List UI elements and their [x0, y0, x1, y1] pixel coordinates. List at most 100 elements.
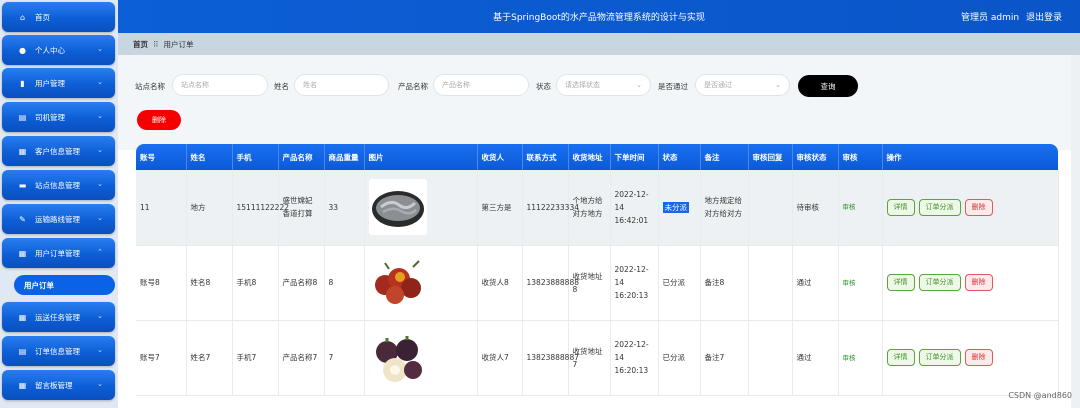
cell-status: 已分派 [658, 320, 701, 396]
grid-icon: ▦ [18, 248, 27, 258]
breadcrumb-home[interactable]: 首页 [133, 39, 148, 50]
watermark: CSDN @and860 [1008, 391, 1072, 400]
delete-button[interactable]: 删除 [964, 349, 993, 366]
cell-status: 未分派 [658, 170, 701, 246]
chevron-icon: ⌄ [97, 45, 103, 53]
approved-select[interactable]: 是否通过 ⌄ [695, 74, 790, 96]
cell-note: 备注8 [700, 245, 749, 321]
sidebar-subitem-user-orders[interactable]: 用户订单 [14, 275, 115, 295]
cell-address: 收货地址7 [568, 320, 611, 396]
column-header[interactable]: 备注 [700, 144, 749, 170]
sidebar-item[interactable]: ▤ 订单信息管理 ⌄ [2, 336, 115, 366]
sidebar-item[interactable]: ▦ 运送任务管理 ⌄ [2, 302, 115, 332]
dispatch-button[interactable]: 订单分派 [918, 274, 961, 291]
cell-phone: 15111122222 [232, 170, 289, 246]
cell-receiver: 第三方是 [477, 170, 523, 246]
sidebar-item-label: 司机管理 [35, 112, 65, 122]
sidebar-item[interactable]: ▬ 站点信息管理 ⌄ [2, 170, 115, 200]
doc-icon: ▤ [18, 346, 27, 356]
sidebar-item[interactable]: ⌂ 首页 [2, 2, 115, 32]
cell-account: 账号8 [136, 245, 187, 321]
column-header[interactable]: 手机 [232, 144, 279, 170]
user-icon: ● [19, 45, 26, 55]
sidebar-item[interactable]: ✎ 运输路线管理 ⌄ [2, 204, 115, 234]
dispatch-button[interactable]: 订单分派 [918, 198, 961, 216]
cell-image [364, 170, 478, 246]
column-header[interactable]: 状态 [658, 144, 701, 170]
audit-link[interactable]: 审核 [843, 354, 856, 362]
status-select[interactable]: 请选择状态 ⌄ [556, 74, 651, 96]
column-header[interactable]: 商品重量 [324, 144, 365, 170]
batch-delete-button[interactable]: 删除 [137, 110, 181, 130]
dispatch-button[interactable]: 订单分派 [918, 349, 961, 366]
column-header[interactable]: 产品名称 [278, 144, 325, 170]
column-header[interactable]: 审核回复 [748, 144, 793, 170]
column-header[interactable]: 审核状态 [792, 144, 839, 170]
top-header: 基于SpringBoot的水产品物流管理系统的设计与实现 管理员 admin 退… [118, 0, 1080, 33]
product-name-input[interactable]: 产品名称 [433, 74, 529, 96]
grid-icon: ▦ [18, 312, 27, 322]
cell-ops: 详情 订单分派 删除 [882, 245, 1059, 321]
cell-account: 11 [136, 170, 187, 246]
product-name-label: 产品名称 [398, 82, 428, 91]
cell-phone: 手机8 [232, 245, 279, 321]
cell-ops: 详情 订单分派 删除 [882, 320, 1059, 396]
detail-button[interactable]: 详情 [886, 349, 915, 366]
column-header[interactable]: 收货地址 [568, 144, 611, 170]
scrollbar[interactable] [1071, 55, 1080, 408]
sidebar-item[interactable]: ▦ 留言板管理 ⌄ [2, 370, 115, 400]
name-input[interactable]: 姓名 [294, 74, 389, 96]
sidebar-item[interactable]: ▦ 用户订单管理 ⌃ [2, 238, 115, 268]
chevron-icon: ⌄ [97, 380, 103, 388]
site-name-input[interactable]: 站点名称 [172, 74, 268, 96]
cell-reply [748, 245, 793, 321]
table-row[interactable]: 账号7 姓名7 手机7 产品名称7 7 收货人7 13823888887 收货地址7 2022-… [136, 320, 1059, 396]
sidebar-item[interactable]: ▦ 客户信息管理 ⌄ [2, 136, 115, 166]
column-header[interactable]: 审核 [838, 144, 883, 170]
column-header[interactable]: 操作 [882, 144, 1058, 170]
logout-link[interactable]: 退出登录 [1026, 13, 1062, 23]
column-header[interactable]: 姓名 [186, 144, 233, 170]
cell-image [364, 320, 478, 396]
cell-reply [748, 170, 793, 246]
doc-icon: ▤ [18, 112, 27, 122]
audit-link[interactable]: 审核 [843, 279, 856, 287]
sidebar-item[interactable]: ▤ 司机管理 ⌄ [2, 102, 115, 132]
sidebar-item[interactable]: ▮ 用户管理 ⌄ [2, 68, 115, 98]
table-row[interactable]: 11 地方 15111122222 盛世嫦妃香道打算 33 第三方是 11122233334… [136, 170, 1059, 246]
orders-table: 账号 姓名 手机 产品名称 商品重量 图片 收货人 联系方式 收货地址 下单时间 状态 备注 审核回复审… [136, 144, 1059, 408]
cell-account: 账号7 [136, 320, 187, 396]
home-icon: ⌂ [19, 12, 26, 22]
column-header[interactable]: 账号 [136, 144, 187, 170]
sidebar-item-label: 个人中心 [35, 45, 65, 55]
cell-time: 2022-12-14 16:42:01 [610, 170, 659, 246]
site-name-label: 站点名称 [135, 82, 165, 91]
chevron-icon: ⌄ [97, 346, 103, 354]
column-header[interactable]: 图片 [364, 144, 478, 170]
sidebar-item-label: 运送任务管理 [35, 312, 80, 322]
column-header[interactable]: 联系方式 [522, 144, 569, 170]
sidebar-item-label: 客户信息管理 [35, 146, 80, 156]
cell-weight: 7 [324, 320, 365, 396]
cell-address: 个地方给对方地方 [568, 170, 611, 246]
detail-button[interactable]: 详情 [886, 274, 915, 291]
chevron-down-icon: ⌄ [775, 81, 781, 89]
chart-icon: ▮ [20, 78, 25, 88]
delete-button[interactable]: 删除 [964, 198, 993, 216]
sidebar-item[interactable]: ● 个人中心 ⌄ [2, 35, 115, 65]
query-button[interactable]: 查询 [798, 75, 858, 97]
table-row[interactable]: 账号8 姓名8 手机8 产品名称8 8 收货人8 13823888888 收货地址8 2022-… [136, 245, 1059, 321]
chevron-icon: ⌄ [97, 214, 103, 222]
sidebar-item-label: 用户管理 [35, 78, 65, 88]
search-panel: 站点名称 站点名称 姓名 姓名 产品名称 产品名称 状态 请选择状态 ⌄ 是否通… [118, 55, 1080, 150]
audit-link[interactable]: 审核 [843, 203, 856, 211]
column-header[interactable]: 下单时间 [610, 144, 659, 170]
cell-audit: 审核 [838, 170, 883, 246]
column-header[interactable]: 收货人 [477, 144, 523, 170]
delete-button[interactable]: 删除 [964, 274, 993, 291]
cell-product: 产品名称8 [278, 245, 325, 321]
cell-audit: 审核 [838, 320, 883, 396]
detail-button[interactable]: 详情 [886, 198, 915, 216]
breadcrumb-separator-icon: ⠿ [153, 39, 159, 49]
grid-icon: ▦ [18, 146, 27, 156]
